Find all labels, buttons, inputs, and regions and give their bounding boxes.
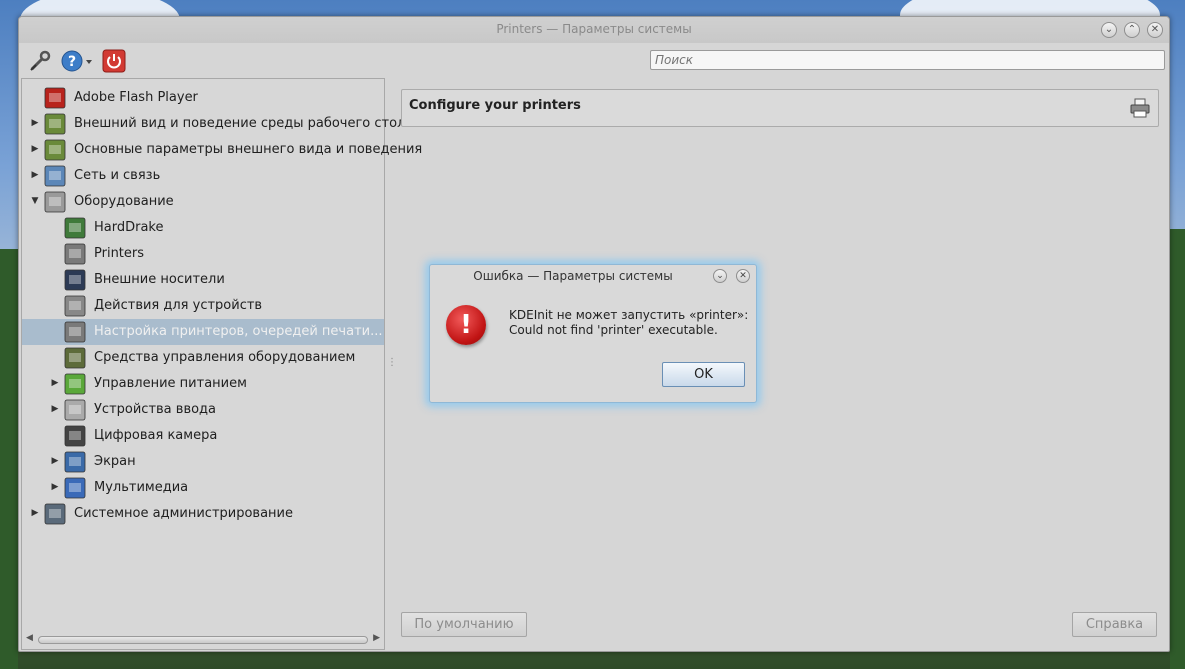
keyboard-icon — [64, 399, 86, 421]
collapsed-arrow-icon[interactable]: ▶ — [50, 482, 60, 492]
sidebar-item[interactable]: Настройка принтеров, очередей печати... — [22, 319, 384, 345]
sidebar-item[interactable]: Printers — [22, 241, 384, 267]
multimedia-icon — [64, 477, 86, 499]
background-trees — [1170, 229, 1185, 669]
sidebar-item[interactable]: Средства управления оборудованием — [22, 345, 384, 371]
sidebar-item[interactable]: ▼ Оборудование — [22, 189, 384, 215]
sidebar-item[interactable]: ▶ Управление питанием — [22, 371, 384, 397]
sidebar-item-label: Настройка принтеров, очередей печати... — [94, 324, 383, 339]
sidebar-item-label: Adobe Flash Player — [74, 90, 198, 105]
background-trees — [0, 249, 18, 669]
sidebar-item-label: Действия для устройств — [94, 298, 263, 313]
chevron-up-icon: ⌃ — [1127, 24, 1137, 35]
sidebar-tree: ◀ ▶ Adobe Flash Player ▶ Внешний вид и пов… — [21, 78, 422, 650]
sidebar-item-label: Цифровая камера — [94, 428, 218, 443]
sidebar-item[interactable]: ▶ Устройства ввода — [22, 397, 384, 423]
battery-icon — [64, 373, 86, 395]
removable-icon — [64, 269, 86, 291]
tools-icon[interactable] — [28, 49, 52, 73]
search-input[interactable] — [650, 50, 1165, 70]
close-button[interactable]: ✕ — [1147, 22, 1163, 38]
printer-icon — [64, 321, 86, 343]
camera-icon — [64, 425, 86, 447]
help-icon: ? — [61, 50, 92, 72]
error-icon: ! — [446, 305, 486, 345]
window-titlebar[interactable]: Printers — Параметры системы ⌄ ⌃ ✕ — [19, 17, 1169, 43]
collapsed-arrow-icon[interactable]: ▶ — [30, 118, 40, 128]
gears-icon — [64, 295, 86, 317]
sidebar-item[interactable]: HardDrake — [22, 215, 384, 241]
collapsed-arrow-icon[interactable]: ▶ — [30, 508, 40, 518]
error-message-line1: KDEInit не может запустить «printer»: — [509, 308, 749, 322]
chevron-down-icon: ⌄ — [716, 271, 724, 281]
page-title: Configure your printers — [409, 98, 581, 113]
sidebar-item-label: Средства управления оборудованием — [94, 350, 356, 365]
printer-icon — [64, 243, 86, 265]
maximize-button[interactable]: ⌃ — [1124, 22, 1140, 38]
sidebar-item[interactable]: ▶ Сеть и связь — [22, 163, 384, 189]
appearance-icon — [44, 113, 66, 135]
defaults-button[interactable]: По умолчанию — [401, 612, 527, 637]
sidebar-item[interactable]: ▶ Мультимедиа — [22, 475, 384, 501]
sidebar-item-label: Внешние носители — [94, 272, 225, 287]
sidebar-item-label: Оборудование — [74, 194, 174, 209]
power-icon[interactable] — [102, 49, 126, 73]
sidebar-item-label: Мультимедиа — [94, 480, 189, 495]
window-title: Printers — Параметры системы — [496, 22, 692, 36]
ok-button[interactable]: OK — [662, 362, 745, 387]
scroll-right-icon[interactable]: ▶ — [373, 633, 380, 643]
horizontal-scrollbar[interactable]: ◀ ▶ — [26, 633, 380, 646]
sidebar-item-label: Основные параметры внешнего вида и повед… — [74, 142, 423, 157]
sidebar-item[interactable]: ▶ Внешний вид и поведение среды рабочего … — [22, 111, 413, 137]
sidebar-item[interactable]: ▶ Экран — [22, 449, 384, 475]
minimize-button[interactable]: ⌄ — [1101, 22, 1117, 38]
network-icon — [44, 165, 66, 187]
sidebar-item[interactable]: ▶ Системное администрирование — [22, 501, 384, 527]
dialog-title: Ошибка — Параметры системы — [473, 269, 673, 283]
appearance-icon — [44, 139, 66, 161]
flash-icon — [44, 87, 66, 109]
sidebar-item-label: Системное администрирование — [74, 506, 293, 521]
svg-text:?: ? — [68, 54, 76, 70]
dialog-close-button[interactable]: ✕ — [736, 269, 750, 283]
module-header: Configure your printers — [401, 89, 1159, 127]
collapsed-arrow-icon[interactable]: ▶ — [50, 456, 60, 466]
sidebar-item-label: Printers — [94, 246, 145, 261]
close-icon: ✕ — [739, 271, 747, 281]
dialog-minimize-button[interactable]: ⌄ — [713, 269, 727, 283]
sidebar-item-label: Экран — [94, 454, 136, 469]
help-menu-button[interactable]: ? — [61, 49, 95, 73]
error-message-line2: Could not find 'printer' executable. — [509, 323, 718, 337]
harddrake-icon — [64, 217, 86, 239]
sidebar-item[interactable]: ▶ Основные параметры внешнего вида и пове… — [22, 137, 422, 163]
scrollbar-thumb[interactable] — [38, 636, 368, 644]
sidebar-item[interactable]: Действия для устройств — [22, 293, 384, 319]
sidebar-item[interactable]: Внешние носители — [22, 267, 384, 293]
chevron-down-icon: ⌄ — [1104, 24, 1114, 35]
display-icon — [64, 451, 86, 473]
expanded-arrow-icon[interactable]: ▼ — [30, 196, 40, 206]
admin-icon — [44, 503, 66, 525]
collapsed-arrow-icon[interactable]: ▶ — [30, 144, 40, 154]
collapsed-arrow-icon[interactable]: ▶ — [50, 378, 60, 388]
hardware-icon — [44, 191, 66, 213]
toolbar: ? — [19, 43, 1169, 77]
sidebar-item-label: Управление питанием — [94, 376, 247, 391]
help-button[interactable]: Справка — [1072, 612, 1157, 637]
printer-icon — [1130, 98, 1150, 118]
scroll-left-icon[interactable]: ◀ — [26, 633, 33, 643]
collapsed-arrow-icon[interactable]: ▶ — [30, 170, 40, 180]
sidebar-item-label: HardDrake — [94, 220, 164, 235]
close-icon: ✕ — [1150, 24, 1160, 35]
sidebar-item-label: Внешний вид и поведение среды рабочего с… — [74, 116, 414, 131]
hardware-tools-icon — [64, 347, 86, 369]
sidebar-item-label: Устройства ввода — [94, 402, 217, 417]
sidebar-item[interactable]: Цифровая камера — [22, 423, 384, 449]
sidebar-item[interactable]: Adobe Flash Player — [22, 85, 384, 111]
collapsed-arrow-icon[interactable]: ▶ — [50, 404, 60, 414]
error-dialog: Ошибка — Параметры системы ⌄ ✕ ! KDEInit… — [429, 264, 757, 403]
sidebar-item-label: Сеть и связь — [74, 168, 161, 183]
